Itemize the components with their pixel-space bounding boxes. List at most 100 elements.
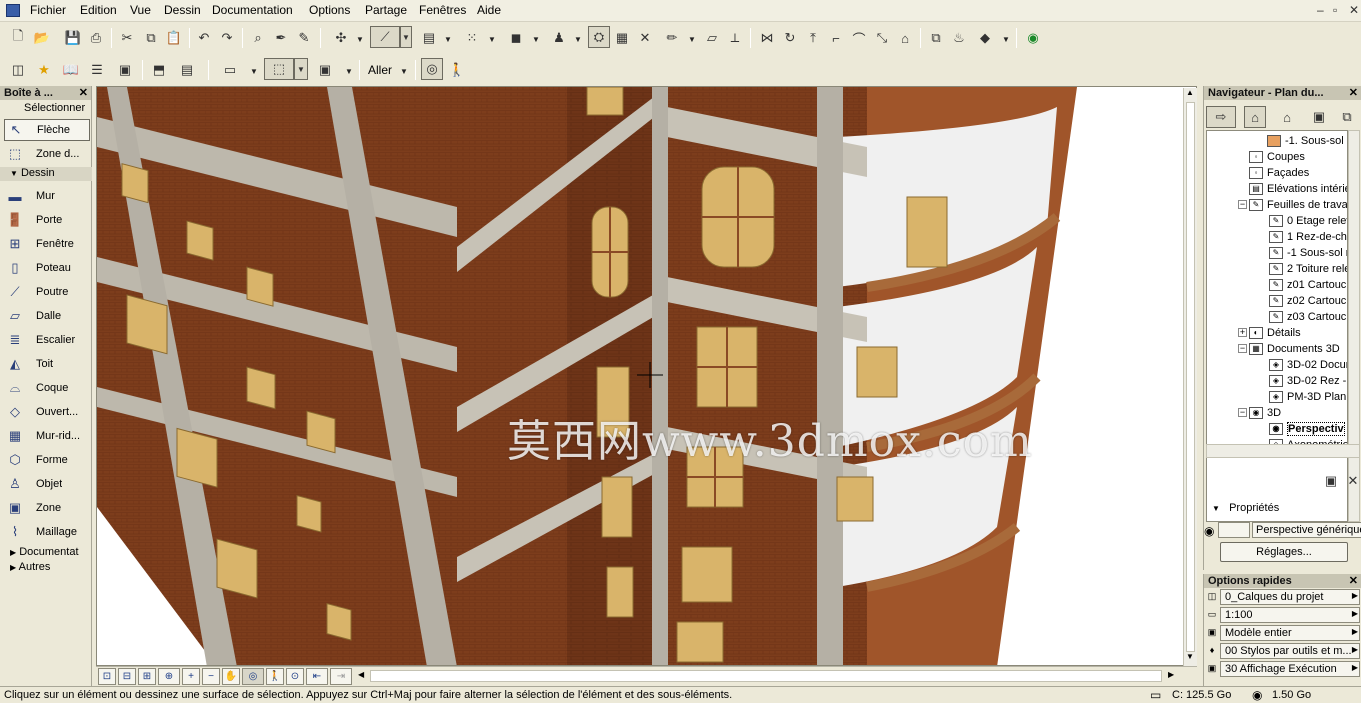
project-tree[interactable]: -1. Sous-sol ◦ Coupes ◦ Façades ▤ Elévation… xyxy=(1206,130,1348,522)
paste-icon[interactable]: 📋 xyxy=(163,27,185,49)
menu-vue[interactable]: Vue xyxy=(130,3,151,17)
tree-item[interactable]: ◉ 3D xyxy=(1249,405,1281,421)
tree-item[interactable]: ◦ Façades xyxy=(1249,165,1309,181)
snap-icon[interactable]: ✣ xyxy=(330,27,352,49)
tree-item[interactable]: ◦ Coupes xyxy=(1249,149,1305,165)
rotate-icon[interactable]: ↻ xyxy=(779,27,801,49)
new-file-icon[interactable]: 🗋 xyxy=(7,27,29,49)
walk-icon[interactable]: 🚶 xyxy=(266,668,284,685)
scroll-thumb[interactable] xyxy=(1186,102,1195,652)
menu-aide[interactable]: Aide xyxy=(477,3,501,17)
zoom-in-icon[interactable]: + xyxy=(182,668,200,685)
trace-icon[interactable]: ⛭ xyxy=(588,26,610,48)
tool-slab[interactable]: ▱ Dalle xyxy=(4,305,90,327)
lamp-icon[interactable]: ♨ xyxy=(948,27,970,49)
3d-view-icon[interactable]: ⬚ xyxy=(264,58,294,80)
grid-icon[interactable]: ⁙ xyxy=(461,27,483,49)
scroll-up-icon[interactable]: ▲ xyxy=(1186,88,1194,97)
chevron-down-icon[interactable]: ▼ xyxy=(688,35,696,44)
tool-mesh[interactable]: ⌇ Maillage xyxy=(4,521,90,543)
book-icon[interactable]: 📖 xyxy=(60,59,82,81)
open-folder-icon[interactable]: 📂 xyxy=(31,27,53,49)
view-map-icon[interactable]: ⌂ xyxy=(1276,106,1298,128)
properties-label[interactable]: ▼ Propriétés xyxy=(1212,502,1279,514)
tree-item[interactable]: ✎ Feuilles de trava xyxy=(1249,197,1347,213)
publisher-icon[interactable]: ⧉ xyxy=(1336,106,1358,128)
menu-partage[interactable]: Partage xyxy=(365,3,407,17)
tool-marquee[interactable]: ⬚ Zone d... xyxy=(4,143,90,165)
tree-item[interactable]: ◈PM-3D Plan N xyxy=(1269,389,1347,405)
previous-zoom-icon[interactable]: ⇤ xyxy=(306,668,328,685)
tool-zone[interactable]: ▣ Zone xyxy=(4,497,90,519)
zoom-in-area-icon[interactable]: ⊞ xyxy=(138,668,156,685)
explore-icon[interactable]: ◎ xyxy=(421,58,443,80)
viewport-vertical-scrollbar[interactable]: ▲ ▼ xyxy=(1183,88,1197,666)
close-icon[interactable]: ✕ xyxy=(1349,574,1358,587)
plane-icon[interactable]: ▱ xyxy=(701,27,723,49)
tree-item[interactable]: ▦ Documents 3D xyxy=(1249,341,1340,357)
horizontal-scroll-thumb[interactable] xyxy=(370,670,1162,682)
tree-item[interactable]: ◈ 3D-02 Rez - xyxy=(1269,373,1346,389)
chevron-down-icon[interactable]: ▼ xyxy=(1002,35,1010,44)
zoom-out-icon[interactable]: − xyxy=(202,668,220,685)
chevron-down-icon[interactable]: ▼ xyxy=(488,35,496,44)
chevron-down-icon[interactable]: ▼ xyxy=(574,35,582,44)
close-icon[interactable]: ✕ xyxy=(79,86,88,99)
tree-vertical-scrollbar[interactable] xyxy=(1348,130,1360,522)
save-icon[interactable]: 💾 xyxy=(62,27,84,49)
tree-item[interactable]: ✎ z03 Cartouch xyxy=(1269,309,1347,325)
chevron-down-icon[interactable]: ▼ xyxy=(400,26,412,48)
resize-icon[interactable]: ⤡ xyxy=(871,27,893,49)
collapse-icon[interactable]: − xyxy=(1238,344,1247,353)
curve-icon[interactable]: ⌒ xyxy=(848,27,870,49)
tool-wall[interactable]: ▬ Mur xyxy=(4,185,90,207)
tree-item[interactable]: ◐ Détails xyxy=(1249,325,1301,341)
view-name-field[interactable]: Perspective générique xyxy=(1252,522,1361,538)
layer-icon[interactable]: ◼ xyxy=(505,27,527,49)
tool-curtain-wall[interactable]: ▦ Mur-rid... xyxy=(4,425,90,447)
view-id-field[interactable] xyxy=(1218,522,1250,538)
close-icon[interactable]: ✕ xyxy=(1349,3,1359,17)
expand-icon[interactable]: + xyxy=(1238,328,1247,337)
mirror-icon[interactable]: ⋈ xyxy=(756,27,778,49)
tree-item[interactable]: ◈3D-02 Docum xyxy=(1269,357,1347,373)
tool-column[interactable]: ▯ Poteau xyxy=(4,257,90,279)
group-icon[interactable]: ⧉ xyxy=(925,27,947,49)
chevron-down-icon[interactable]: ▼ xyxy=(444,35,452,44)
tool-opening[interactable]: ◇ Ouvert... xyxy=(4,401,90,423)
monitor-icon[interactable]: ▣ xyxy=(114,59,136,81)
menu-fichier[interactable]: Fichier xyxy=(30,3,66,17)
cut-icon[interactable]: ✂ xyxy=(116,27,138,49)
walk-icon[interactable]: 🚶 xyxy=(446,59,468,81)
tree-item[interactable]: ✎ z02 Cartouch xyxy=(1269,293,1347,309)
tool-shell[interactable]: ⌓ Coque xyxy=(4,377,90,399)
tool-morph[interactable]: ⬡ Forme xyxy=(4,449,90,471)
pen-tool-icon[interactable]: ♟ xyxy=(548,27,570,49)
eyedropper-icon[interactable]: ✒ xyxy=(270,27,292,49)
tool-door[interactable]: 🚪 Porte xyxy=(4,209,90,231)
new-view-icon[interactable]: ▣ xyxy=(1320,470,1342,492)
settings-button[interactable]: Réglages... xyxy=(1220,542,1348,562)
tool-stair[interactable]: ≣ Escalier xyxy=(4,329,90,351)
guide-lines-icon[interactable]: ⟋ xyxy=(370,26,400,48)
scroll-down-icon[interactable]: ▼ xyxy=(1186,652,1194,661)
chevron-down-icon[interactable]: ▼ xyxy=(400,67,408,76)
bookmark-icon[interactable]: ⬒ xyxy=(148,59,170,81)
3d-viewport[interactable]: 莫西网www.3dmox.com xyxy=(96,86,1197,666)
chevron-down-icon[interactable]: ▼ xyxy=(345,67,353,76)
tree-item[interactable]: ✎ z01 Cartouch xyxy=(1269,277,1347,293)
delete-view-icon[interactable]: ✕ xyxy=(1342,470,1361,492)
group-design[interactable]: ▼ Dessin xyxy=(0,167,92,181)
teamwork-icon[interactable]: ◉ xyxy=(1022,27,1044,49)
chevron-down-icon[interactable]: ▼ xyxy=(356,35,364,44)
zoom-options-icon[interactable]: ⊕ xyxy=(158,668,180,685)
collapse-icon[interactable]: − xyxy=(1238,408,1247,417)
tree-item-selected[interactable]: ◉ Perspectiv xyxy=(1269,421,1345,437)
menu-fenetres[interactable]: Fenêtres xyxy=(419,3,466,17)
minimize-icon[interactable]: – xyxy=(1317,3,1324,17)
structure-display-select[interactable]: ▣ Modèle entier ▶ xyxy=(1206,625,1360,641)
align-icon[interactable]: ▤ xyxy=(418,27,440,49)
menu-dessin[interactable]: Dessin xyxy=(164,3,201,17)
syringe-icon[interactable]: ✎ xyxy=(293,27,315,49)
pencil-icon[interactable]: ✏ xyxy=(661,27,683,49)
